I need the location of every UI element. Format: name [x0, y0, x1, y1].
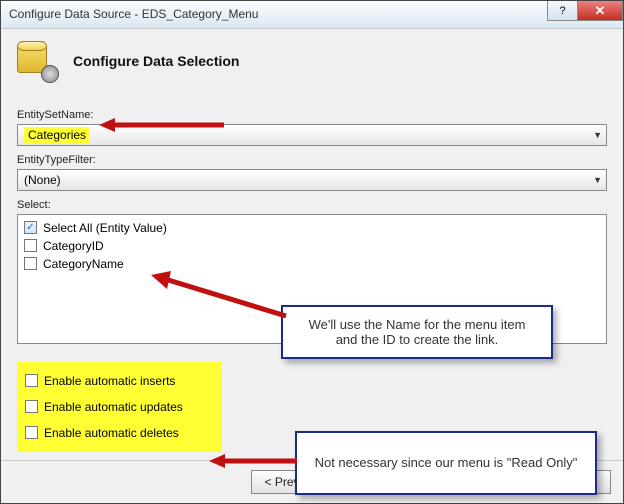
select-label: Select:	[17, 199, 607, 211]
list-item[interactable]: Enable automatic deletes	[25, 420, 214, 446]
checkbox-icon[interactable]	[25, 426, 38, 439]
entitysetname-value: Categories	[24, 127, 90, 143]
checkbox-icon[interactable]	[25, 400, 38, 413]
chevron-down-icon: ▼	[593, 175, 602, 185]
annotation-callout: Not necessary since our menu is "Read On…	[295, 431, 597, 495]
list-item[interactable]: Enable automatic inserts	[25, 368, 214, 394]
checkbox-icon[interactable]	[24, 257, 37, 270]
list-item[interactable]: Enable automatic updates	[25, 394, 214, 420]
checkbox-label: Enable automatic inserts	[44, 374, 175, 388]
checkbox-label: CategoryName	[43, 257, 124, 271]
entitysetname-dropdown[interactable]: Categories ▼	[17, 124, 607, 146]
list-item[interactable]: CategoryID	[24, 237, 600, 255]
entitytypefilter-value: (None)	[24, 173, 61, 187]
list-item[interactable]: CategoryName	[24, 255, 600, 273]
checkbox-label: Enable automatic deletes	[44, 426, 179, 440]
window-title: Configure Data Source - EDS_Category_Men…	[9, 7, 258, 21]
callout-text: We'll use the Name for the menu item and…	[309, 317, 526, 347]
checkbox-label: Select All (Entity Value)	[43, 221, 167, 235]
content-area: EntitySetName: Categories ▼ EntityTypeFi…	[1, 93, 623, 460]
database-icon	[17, 41, 57, 81]
checkbox-icon[interactable]	[24, 239, 37, 252]
page-title: Configure Data Selection	[73, 53, 239, 69]
entitysetname-label: EntitySetName:	[17, 109, 607, 121]
checkbox-label: Enable automatic updates	[44, 400, 183, 414]
annotation-callout: We'll use the Name for the menu item and…	[281, 305, 553, 359]
entitytypefilter-dropdown[interactable]: (None) ▼	[17, 169, 607, 191]
checkbox-icon[interactable]	[25, 374, 38, 387]
checkbox-label: CategoryID	[43, 239, 104, 253]
titlebar-buttons: ? ✕	[547, 1, 623, 21]
list-item[interactable]: Select All (Entity Value)	[24, 219, 600, 237]
help-button[interactable]: ?	[547, 1, 577, 21]
chevron-down-icon: ▼	[593, 130, 602, 140]
dialog-window: Configure Data Source - EDS_Category_Men…	[0, 0, 624, 504]
dialog-header: Configure Data Selection	[1, 29, 623, 93]
auto-options-block: Enable automatic inserts Enable automati…	[17, 362, 222, 452]
entitytypefilter-label: EntityTypeFilter:	[17, 154, 607, 166]
titlebar: Configure Data Source - EDS_Category_Men…	[1, 1, 623, 29]
close-button[interactable]: ✕	[577, 1, 623, 21]
checkbox-icon[interactable]	[24, 221, 37, 234]
callout-text: Not necessary since our menu is "Read On…	[315, 455, 578, 470]
